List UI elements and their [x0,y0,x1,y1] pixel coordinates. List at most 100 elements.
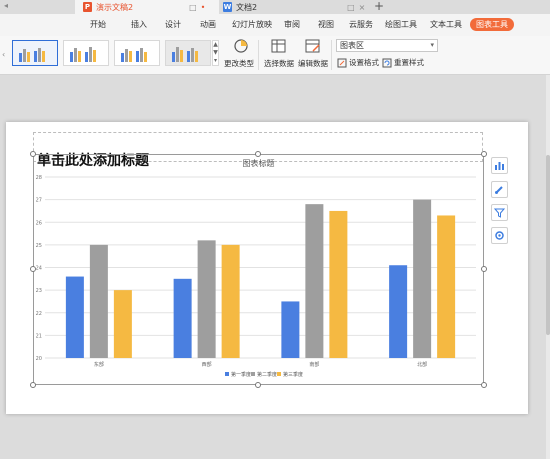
ribbon-tab-review[interactable]: 审阅 [284,14,300,36]
toolbar-scroll-left-icon[interactable]: ‹ [2,50,5,59]
chart-style-button[interactable] [491,181,508,198]
y-tick-label: 23 [36,288,42,294]
scrollbar-thumb[interactable] [546,155,550,335]
resize-handle-bottom-right[interactable] [481,382,487,388]
ribbon-tab-animation[interactable]: 动画 [200,14,216,36]
reset-style-button[interactable]: 重置样式 [382,57,424,68]
modified-dot-icon: • [200,2,206,12]
tab-document[interactable]: W 文档2 □ × [215,0,373,14]
chart-elements-icon [495,162,504,170]
bar [65,276,84,358]
change-type-button[interactable]: 更改类型 [224,58,254,69]
tab-title: 文档2 [236,2,258,12]
x-tick-label: 西部 [202,361,212,368]
presentation-icon: P [83,2,92,12]
vertical-scrollbar[interactable] [546,75,550,459]
chart-style-thumb-3[interactable] [114,40,160,66]
chart-filter-button[interactable] [491,204,508,221]
style-gallery-scroll[interactable]: ▲ ▼ ▾ [212,40,219,66]
chart-elements-button[interactable] [491,157,508,174]
bar-chart[interactable]: 图表标题 20 21 22 23 24 25 26 27 28 东部 西部 南部 北部第一季度 第二季度 第三… [33,154,484,385]
tab-scroll-icon[interactable]: ◂ [4,1,8,10]
ribbon-tab-view[interactable]: 视图 [318,14,334,36]
chevron-down-icon: ▾ [430,41,434,49]
legend-label: 第三季度 [283,371,303,378]
toolbar-divider [331,40,332,70]
document-icon: W [223,2,232,12]
ribbon-toolbar: ‹ ▲ ▼ ▾ 更改类型 选择数据 编辑数据 图表区 ▾ 设置格式 重置样式 [0,36,550,75]
ribbon-tabs: 开始 插入 设计 动画 幻灯片放映 审阅 视图 云服务 绘图工具 文本工具 图表… [0,14,550,37]
tab-title: 演示文稿2 [96,2,134,12]
window-tab-bar: P 演示文稿2 □ • W 文档2 □ × + ◂ [0,0,550,14]
x-tick-label: 东部 [94,361,104,368]
chart-thumbnail-icon [19,48,45,62]
change-type-icon[interactable] [230,38,252,56]
x-tick-label: 北部 [417,361,427,368]
resize-handle-bottom-left[interactable] [30,382,36,388]
edit-data-button[interactable]: 编辑数据 [298,58,328,69]
close-tab-icon[interactable]: × [359,3,366,12]
chart-element-value: 图表区 [340,41,364,50]
chart-style-thumb-2[interactable] [63,40,109,66]
ribbon-tab-design[interactable]: 设计 [165,14,181,36]
resize-handle-top-left[interactable] [30,151,36,157]
bar [113,290,132,358]
set-format-button[interactable]: 设置格式 [337,57,379,68]
chart-title: 图表标题 [243,158,275,168]
set-format-label: 设置格式 [349,58,379,67]
y-tick-label: 22 [36,311,42,317]
monitor-icon[interactable]: □ [189,3,197,12]
legend-label: 第二季度 [257,371,277,378]
reset-style-label: 重置样式 [394,58,424,67]
new-tab-button[interactable]: + [374,0,384,13]
chart-style-thumb-1[interactable] [12,40,58,66]
y-tick-label: 24 [36,266,42,272]
chart-settings-button[interactable] [491,227,508,244]
format-icon [337,58,347,67]
chart-style-thumb-4[interactable] [165,40,211,66]
resize-handle-top[interactable] [255,151,261,157]
monitor-icon[interactable]: □ [347,3,355,12]
bar [173,278,192,358]
x-tick-label: 南部 [309,361,319,368]
toolbar-divider [258,40,259,70]
ribbon-tab-cloud[interactable]: 云服务 [349,14,373,36]
y-tick-label: 27 [36,198,42,204]
resize-handle-right[interactable] [481,266,487,272]
bar [197,240,216,358]
ribbon-tab-text[interactable]: 文本工具 [430,14,462,36]
ribbon-tab-drawing[interactable]: 绘图工具 [385,14,417,36]
bar [305,204,324,358]
select-data-button[interactable]: 选择数据 [264,58,294,69]
y-tick-label: 26 [36,220,42,226]
bar [281,301,300,358]
bar [329,210,348,358]
select-data-icon[interactable] [271,38,287,54]
filter-icon [494,208,505,218]
y-tick-label: 21 [36,333,42,339]
gear-icon [495,231,504,240]
ribbon-tab-insert[interactable]: 插入 [131,14,147,36]
bar [221,244,240,358]
bar [89,244,108,358]
tab-presentation[interactable]: P 演示文稿2 □ • [75,0,219,14]
chart-thumbnail-icon [70,47,96,62]
y-tick-label: 20 [36,356,42,362]
reset-icon [382,58,392,67]
bar [389,265,408,358]
resize-handle-bottom[interactable] [255,382,261,388]
chart-element-select[interactable]: 图表区 ▾ [336,39,438,52]
legend-swatch [277,372,281,376]
ribbon-tab-home[interactable]: 开始 [90,14,106,36]
ribbon-tab-chart-tools[interactable]: 图表工具 [470,18,514,31]
y-tick-label: 25 [36,243,42,249]
chart-thumbnail-icon [121,48,147,62]
chart-thumbnail-icon [172,47,198,62]
ribbon-tab-slideshow[interactable]: 幻灯片放映 [232,14,272,36]
y-tick-label: 28 [36,175,42,181]
resize-handle-left[interactable] [30,266,36,272]
bar [413,199,432,358]
brush-icon [495,186,503,194]
resize-handle-top-right[interactable] [481,151,487,157]
edit-data-icon[interactable] [305,38,321,54]
